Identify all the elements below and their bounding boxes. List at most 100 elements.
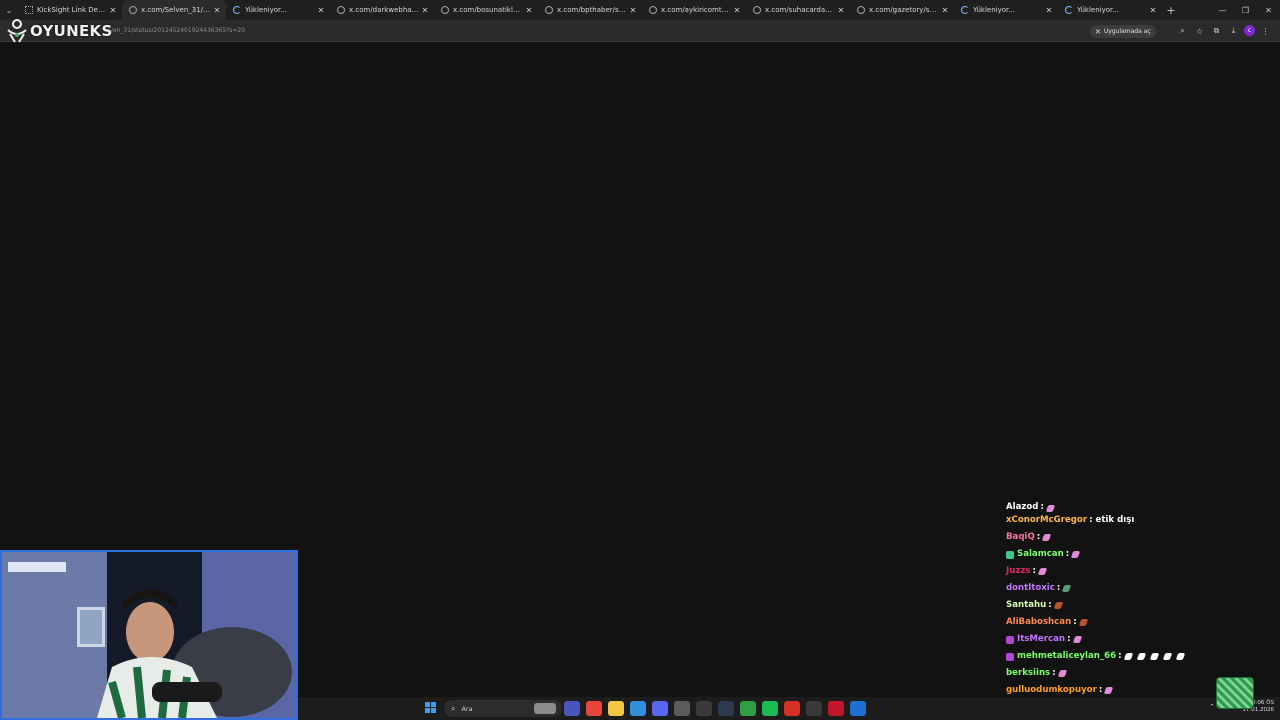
address-bar[interactable]: elven_31/status/2012452401924436365?s=20 <box>104 27 245 34</box>
close-tab-icon[interactable]: ✕ <box>627 6 639 15</box>
browser-tab[interactable]: Yükleniyor... ✕ <box>1058 0 1162 20</box>
tab-title: KickSight Link Detector <box>37 6 107 14</box>
logo-text: OYUNEKS <box>30 22 113 40</box>
opera-icon[interactable] <box>828 701 844 716</box>
chat-separator: : <box>1067 634 1071 644</box>
chat-message: ItsMercan: <box>1006 631 1266 648</box>
tab-title: x.com/gazetory/status/20... <box>869 6 939 14</box>
chat-separator: : <box>1065 549 1070 559</box>
profile-avatar[interactable]: c <box>1244 25 1255 36</box>
chat-username[interactable]: AliBaboshcan <box>1006 614 1071 631</box>
chat-username[interactable]: BaqiQ <box>1006 529 1035 546</box>
close-tab-icon[interactable]: ✕ <box>419 6 431 15</box>
dismiss-icon[interactable]: ✕ <box>1095 28 1101 36</box>
emote-icon <box>1136 653 1146 660</box>
search-label: Ara <box>461 704 473 713</box>
browser-tab[interactable]: KickSight Link Detector✕ <box>18 0 122 20</box>
chat-username[interactable]: Juzzs <box>1006 563 1030 580</box>
bookmark-star-icon[interactable]: ☆ <box>1193 24 1206 38</box>
emote-icon <box>1057 670 1067 677</box>
chat-username[interactable]: Santahu <box>1006 597 1046 614</box>
close-tab-icon[interactable]: ✕ <box>1147 6 1159 15</box>
browser-tab[interactable]: x.com/gazetory/status/20...✕ <box>850 0 954 20</box>
oyuneks-logo: OYUNEKS <box>6 18 113 44</box>
discord-icon[interactable] <box>652 701 668 716</box>
favicon-icon <box>545 6 553 14</box>
zoom-icon[interactable]: ⌕ <box>1176 24 1189 38</box>
close-tab-icon[interactable]: ✕ <box>731 6 743 15</box>
store-icon[interactable] <box>850 701 866 716</box>
window-controls: — ❐ ✕ <box>1211 0 1280 20</box>
chat-message: mehmetaliceylan_66: <box>1006 648 1266 665</box>
chat-username[interactable]: ItsMercan <box>1017 631 1065 648</box>
open-in-app-label: Uygulamada aç <box>1103 28 1151 35</box>
favicon-icon <box>649 6 657 14</box>
open-in-app-button[interactable]: ✕ Uygulamada aç <box>1090 25 1156 38</box>
browser-tab[interactable]: x.com/aykiricomtr/status/...✕ <box>642 0 746 20</box>
browser-tab[interactable]: x.com/darkwebhaber/status/...✕ <box>330 0 434 20</box>
taskbar-search[interactable]: ⌕ Ara <box>444 700 562 717</box>
emote-icon <box>1041 534 1052 541</box>
emote-icon <box>1070 551 1081 558</box>
close-tab-icon[interactable]: ✕ <box>315 6 327 15</box>
close-tab-icon[interactable]: ✕ <box>939 6 951 15</box>
steam-icon[interactable] <box>718 701 734 716</box>
close-tab-icon[interactable]: ✕ <box>835 6 847 15</box>
teams-icon[interactable] <box>564 701 580 716</box>
chat-username[interactable]: berksiins <box>1006 665 1050 682</box>
chrome-alt-icon[interactable] <box>784 701 800 716</box>
close-tab-icon[interactable]: ✕ <box>1043 6 1055 15</box>
webcam-feed <box>0 550 298 720</box>
close-tab-icon[interactable]: ✕ <box>107 6 119 15</box>
tab-search-button[interactable]: ⌄ <box>0 0 18 20</box>
close-window-button[interactable]: ✕ <box>1257 0 1280 20</box>
emote-icon <box>1072 636 1082 643</box>
toolbar-actions: ⌕ ☆ ⧉ ⤓ c ⋮ <box>1176 24 1272 38</box>
chrome-icon[interactable] <box>586 701 602 716</box>
search-highlight-image <box>534 703 556 714</box>
chat-message: Alazod: <box>1006 500 1266 512</box>
browser-tab[interactable]: Yükleniyor... ✕ <box>226 0 330 20</box>
browser-tab[interactable]: x.com/Selven_31/status/2012452...✕ <box>122 0 226 20</box>
loading-icon <box>961 6 969 14</box>
chat-message: Juzzs: <box>1006 563 1266 580</box>
file-explorer-icon[interactable] <box>608 701 624 716</box>
download-app-icon[interactable] <box>696 701 712 716</box>
browser-tab[interactable]: x.com/suhacardakli/status/...✕ <box>746 0 850 20</box>
chat-username[interactable]: Alazod <box>1006 502 1038 512</box>
loading-icon <box>233 6 241 14</box>
windows-taskbar: ⌕ Ara ^ ● ▭ 10:06 ÖS 17.01.2026 <box>298 697 1280 720</box>
emote-icon <box>1053 602 1063 609</box>
chat-username[interactable]: mehmetaliceylan_66 <box>1017 648 1116 665</box>
obs-icon[interactable] <box>806 701 822 716</box>
loading-icon <box>1065 6 1073 14</box>
maximize-button[interactable]: ❐ <box>1234 0 1257 20</box>
minimize-button[interactable]: — <box>1211 0 1234 20</box>
chat-message: dontltoxic: <box>1006 580 1266 597</box>
spotify-icon[interactable] <box>762 701 778 716</box>
chat-username[interactable]: dontltoxic <box>1006 580 1055 597</box>
extensions-icon[interactable]: ⧉ <box>1210 24 1223 38</box>
new-tab-button[interactable]: + <box>1162 4 1180 17</box>
close-tab-icon[interactable]: ✕ <box>211 6 223 15</box>
emote-icon <box>1123 653 1133 660</box>
edge-icon[interactable] <box>630 701 646 716</box>
app-icon[interactable] <box>674 701 690 716</box>
start-button[interactable] <box>425 702 437 714</box>
menu-icon[interactable]: ⋮ <box>1259 24 1272 38</box>
tab-title: x.com/bosunatiklama/status/... <box>453 6 523 14</box>
favicon-icon <box>753 6 761 14</box>
browser-tab[interactable]: x.com/bosunatiklama/status/...✕ <box>434 0 538 20</box>
emote-icon <box>1162 653 1172 660</box>
xbox-icon[interactable] <box>740 701 756 716</box>
overlay-sticker <box>1216 677 1254 709</box>
tab-title: Yükleniyor... <box>1077 6 1119 14</box>
chat-username[interactable]: xConorMcGregor <box>1006 512 1087 529</box>
close-tab-icon[interactable]: ✕ <box>523 6 535 15</box>
downloads-icon[interactable]: ⤓ <box>1227 24 1240 38</box>
browser-tab[interactable]: x.com/bpthaber/status/20...✕ <box>538 0 642 20</box>
chevron-up-icon[interactable]: ^ <box>1210 704 1215 710</box>
browser-tab[interactable]: Yükleniyor... ✕ <box>954 0 1058 20</box>
user-badge-icon <box>1006 550 1014 559</box>
chat-username[interactable]: Salamcan <box>1017 546 1064 563</box>
